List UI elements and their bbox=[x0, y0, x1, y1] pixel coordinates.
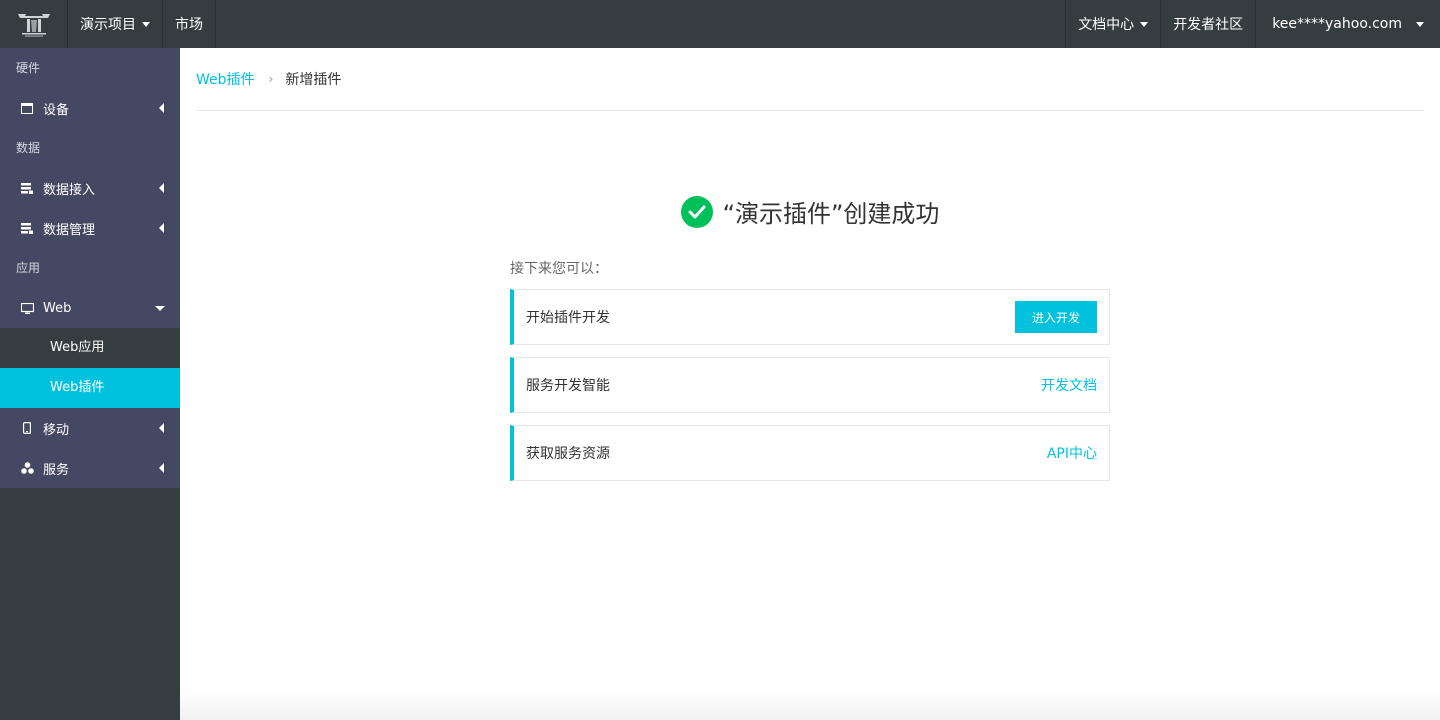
breadcrumb-current: 新增插件 bbox=[285, 72, 342, 88]
section-data: 数据 bbox=[16, 141, 41, 155]
success-title: “演示插件”创建成功 bbox=[722, 200, 940, 228]
logo-icon bbox=[17, 14, 50, 37]
task-label: 服务开发智能 bbox=[526, 378, 610, 394]
user-dropdown[interactable]: kee****yahoo.com bbox=[1255, 0, 1440, 48]
success-message: “演示插件”创建成功 bbox=[180, 194, 1440, 229]
caret-left-icon bbox=[159, 183, 164, 193]
task-card: 服务开发智能 开发文档 bbox=[510, 357, 1110, 413]
task-card: 开始插件开发 进入开发 bbox=[510, 289, 1110, 345]
monitor-icon bbox=[20, 301, 34, 315]
docs-label: 文档中心 bbox=[1078, 17, 1135, 33]
sidebar-menu: 硬件 设备 数据 数据接入 数据管理 应用 Web bbox=[0, 48, 180, 328]
device-icon bbox=[20, 101, 34, 115]
market-link[interactable]: 市场 bbox=[163, 0, 216, 48]
project-dropdown[interactable]: 演示项目 bbox=[68, 0, 163, 48]
main-content: Web插件 › 新增插件 “演示插件”创建成功 接下来您可以： 开始插件开发 进… bbox=[180, 48, 1440, 720]
caret-left-icon bbox=[159, 423, 164, 433]
sidebar-menu-bottom: 移动 服务 bbox=[0, 408, 180, 488]
caret-down-icon bbox=[155, 306, 165, 311]
task-card: 获取服务资源 API中心 bbox=[510, 425, 1110, 481]
sidebar-item-label: 移动 bbox=[43, 422, 70, 438]
sidebar-item-label: 设备 bbox=[43, 102, 70, 118]
caret-left-icon bbox=[159, 103, 164, 113]
logo[interactable] bbox=[0, 0, 68, 48]
market-label: 市场 bbox=[175, 17, 203, 33]
bottom-shadow bbox=[180, 690, 1440, 720]
sidebar-item-data-manage[interactable]: 数据管理 bbox=[0, 208, 180, 248]
sidebar-subitem-web-app[interactable]: Web应用 bbox=[0, 328, 180, 368]
chevron-right-icon: › bbox=[268, 72, 274, 86]
caret-down-icon bbox=[1416, 21, 1424, 27]
caret-down-icon bbox=[1140, 21, 1149, 27]
sidebar-item-label: 数据管理 bbox=[43, 222, 96, 238]
community-link[interactable]: 开发者社区 bbox=[1160, 0, 1255, 48]
sidebar-item-label: Web bbox=[43, 300, 72, 316]
sidebar-item-label: 数据接入 bbox=[43, 182, 96, 198]
sidebar-item-label: 服务 bbox=[43, 462, 70, 478]
cubes-icon bbox=[20, 461, 34, 475]
start-dev-button[interactable]: 进入开发 bbox=[1015, 301, 1097, 333]
mobile-icon bbox=[20, 421, 34, 435]
database-icon bbox=[20, 181, 34, 195]
sidebar: 硬件 设备 数据 数据接入 数据管理 应用 Web Web应用 Web插件 移动… bbox=[0, 48, 180, 720]
dev-docs-link[interactable]: 开发文档 bbox=[1041, 375, 1097, 395]
top-navbar: 演示项目 市场 文档中心 开发者社区 kee****yahoo.com bbox=[0, 0, 1440, 48]
breadcrumb: Web插件 › 新增插件 bbox=[196, 48, 1424, 111]
breadcrumb-link-web-plugin[interactable]: Web插件 bbox=[196, 69, 255, 89]
section-app: 应用 bbox=[16, 261, 41, 275]
docs-dropdown[interactable]: 文档中心 bbox=[1065, 0, 1160, 48]
sidebar-item-mobile[interactable]: 移动 bbox=[0, 408, 180, 448]
caret-down-icon bbox=[142, 21, 150, 27]
success-check-icon bbox=[680, 195, 713, 228]
caret-left-icon bbox=[159, 463, 164, 473]
project-label: 演示项目 bbox=[80, 17, 136, 33]
sidebar-item-data-access[interactable]: 数据接入 bbox=[0, 168, 180, 208]
sidebar-item-web[interactable]: Web bbox=[0, 288, 180, 328]
api-center-link[interactable]: API中心 bbox=[1047, 443, 1097, 463]
next-steps-label: 接下来您可以： bbox=[510, 261, 608, 277]
caret-left-icon bbox=[159, 223, 164, 233]
sidebar-item-service[interactable]: 服务 bbox=[0, 448, 180, 488]
task-label: 获取服务资源 bbox=[526, 446, 610, 462]
community-label: 开发者社区 bbox=[1173, 17, 1244, 33]
user-email: kee****yahoo.com bbox=[1272, 16, 1402, 32]
section-hardware: 硬件 bbox=[16, 61, 41, 75]
task-label: 开始插件开发 bbox=[526, 310, 610, 326]
database-icon bbox=[20, 221, 34, 235]
sidebar-subitem-web-plugin[interactable]: Web插件 bbox=[0, 368, 180, 408]
sidebar-item-device[interactable]: 设备 bbox=[0, 88, 180, 128]
